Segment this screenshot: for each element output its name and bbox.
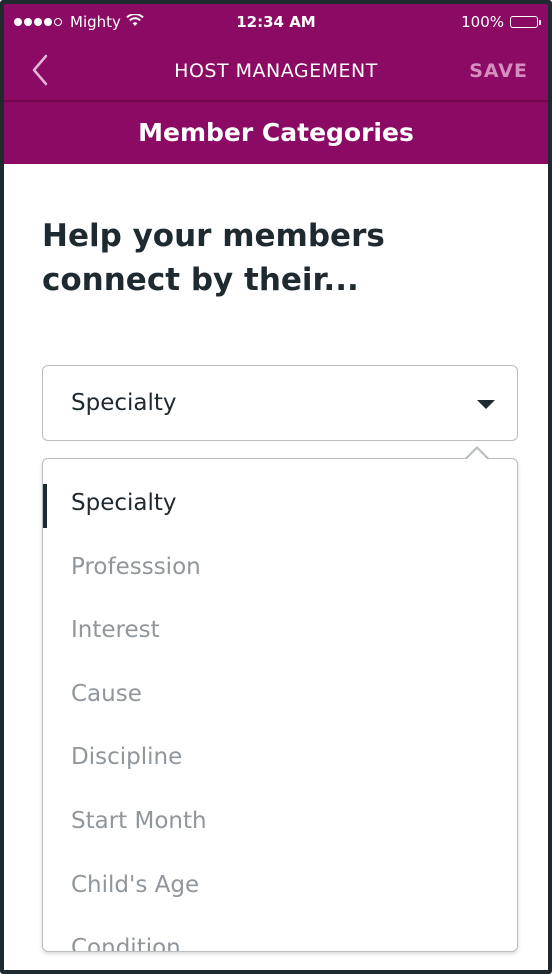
option-profession[interactable]: Professsion xyxy=(43,536,517,599)
option-specialty[interactable]: Specialty xyxy=(43,472,517,535)
select-value: Specialty xyxy=(71,390,177,416)
dropdown-list: Specialty Professsion Interest Cause Dis… xyxy=(43,459,517,951)
option-condition[interactable]: Condition xyxy=(43,917,517,951)
category-dropdown[interactable]: Specialty Professsion Interest Cause Dis… xyxy=(42,458,518,952)
option-childs-age[interactable]: Child's Age xyxy=(43,854,517,917)
phone-frame: Mighty 12:34 AM 100% HOST MANAGEMENT SAV… xyxy=(0,0,552,974)
battery-icon xyxy=(510,16,541,28)
option-discipline[interactable]: Discipline xyxy=(43,726,517,789)
status-right: 100% xyxy=(461,13,541,31)
page-heading: Help your members connect by their... xyxy=(42,218,385,298)
caret-down-icon xyxy=(477,400,495,409)
category-select[interactable]: Specialty xyxy=(42,365,518,441)
status-bar: Mighty 12:34 AM 100% xyxy=(4,4,548,40)
navigation-bar: HOST MANAGEMENT SAVE xyxy=(4,40,548,100)
nav-title: HOST MANAGEMENT xyxy=(174,60,378,82)
option-interest[interactable]: Interest xyxy=(43,599,517,662)
option-cause[interactable]: Cause xyxy=(43,663,517,726)
save-button[interactable]: SAVE xyxy=(469,60,528,82)
section-title: Member Categories xyxy=(4,102,548,164)
battery-percent: 100% xyxy=(461,13,504,31)
option-start-month[interactable]: Start Month xyxy=(43,790,517,853)
dropdown-pointer-fill xyxy=(466,449,488,460)
